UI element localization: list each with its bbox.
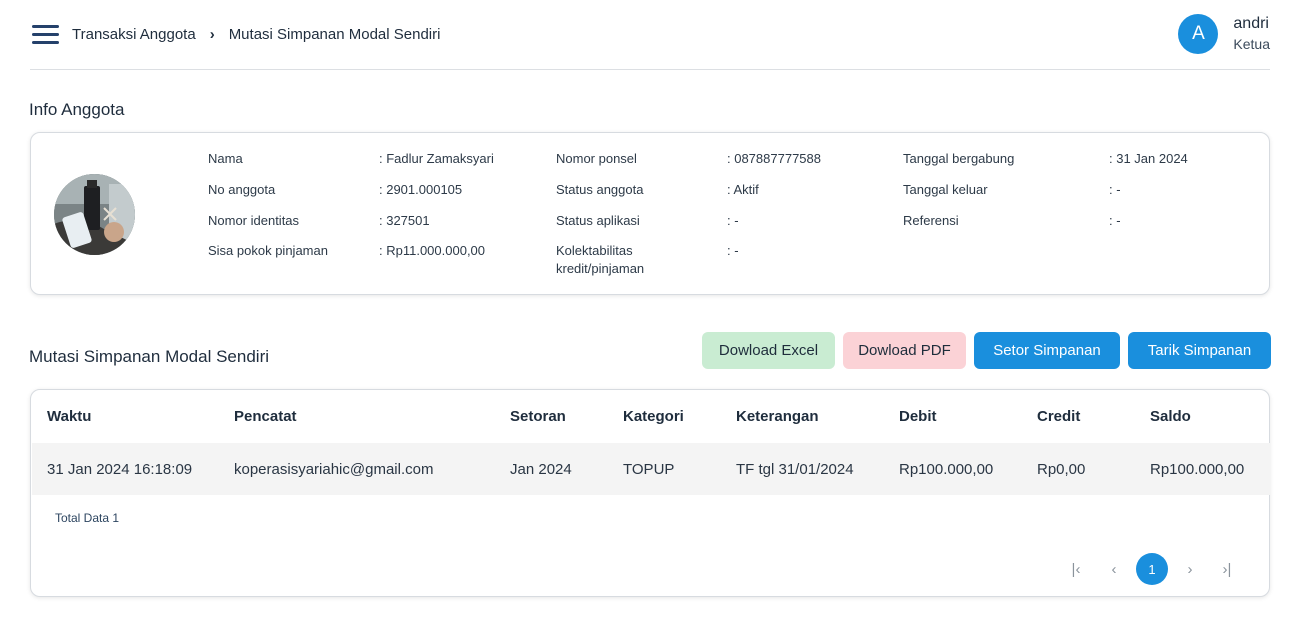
total-data-label: Total Data 1: [55, 511, 120, 525]
info-section-title: Info Anggota: [29, 100, 125, 119]
info-value-sisa-pokok: : Rp11.000.000,00: [379, 243, 486, 258]
prev-page-icon[interactable]: ‹: [1099, 553, 1129, 585]
column-header-debit[interactable]: Debit: [899, 408, 937, 425]
column-header-waktu[interactable]: Waktu: [47, 408, 91, 425]
menu-icon-line: [32, 41, 59, 44]
member-photo-image: [54, 174, 135, 255]
menu-icon-line: [32, 33, 59, 36]
tarik-simpanan-button[interactable]: Tarik Simpanan: [1128, 332, 1271, 369]
info-value-referensi: : -: [1109, 213, 1121, 228]
cell-kategori: TOPUP: [623, 461, 675, 478]
first-page-icon[interactable]: |‹: [1061, 553, 1091, 585]
info-label-tanggal-bergabung: Tanggal bergabung: [903, 151, 1015, 166]
cell-saldo: Rp100.000,00: [1150, 461, 1245, 478]
download-excel-button[interactable]: Dowload Excel: [702, 332, 835, 369]
menu-icon[interactable]: [32, 25, 59, 45]
cell-waktu: 31 Jan 2024 16:18:09: [47, 461, 193, 478]
member-photo: [54, 174, 135, 255]
column-header-saldo[interactable]: Saldo: [1150, 408, 1191, 425]
info-label-tanggal-keluar: Tanggal keluar: [903, 182, 988, 197]
cell-credit: Rp0,00: [1037, 461, 1086, 478]
cell-keterangan: TF tgl 31/01/2024: [736, 461, 854, 478]
info-label-status-anggota: Status anggota: [556, 182, 644, 197]
chevron-right-icon: ›: [209, 26, 215, 43]
column-header-keterangan[interactable]: Keterangan: [736, 408, 819, 425]
cell-debit: Rp100.000,00: [899, 461, 994, 478]
info-label-no-anggota: No anggota: [208, 182, 276, 197]
setor-simpanan-button[interactable]: Setor Simpanan: [974, 332, 1120, 369]
breadcrumb-current: Mutasi Simpanan Modal Sendiri: [228, 26, 441, 43]
mutasi-section-title: Mutasi Simpanan Modal Sendiri: [29, 347, 270, 366]
user-role: Ketua: [1233, 36, 1270, 52]
member-info-card: Nama : Fadlur Zamaksyari No anggota : 29…: [30, 132, 1270, 295]
info-label-status-aplikasi: Status aplikasi: [556, 213, 640, 228]
column-header-credit[interactable]: Credit: [1037, 408, 1080, 425]
user-text: andri Ketua: [1233, 14, 1270, 54]
info-value-status-aplikasi: : -: [727, 213, 739, 228]
column-header-pencatat[interactable]: Pencatat: [234, 408, 297, 425]
cell-pencatat: koperasisyariahic@gmail.com: [234, 461, 434, 478]
avatar: A: [1178, 14, 1219, 54]
column-header-setoran[interactable]: Setoran: [510, 408, 566, 425]
breadcrumb: Transaksi Anggota › Mutasi Simpanan Moda…: [72, 26, 440, 43]
info-value-no-anggota: : 2901.000105: [379, 182, 463, 197]
info-label-sisa-pokok: Sisa pokok pinjaman: [208, 243, 328, 258]
page-1-button[interactable]: 1: [1136, 553, 1168, 585]
user-name: andri: [1233, 15, 1269, 32]
info-value-nama: : Fadlur Zamaksyari: [379, 151, 494, 166]
last-page-icon[interactable]: ›|: [1212, 553, 1242, 585]
menu-icon-line: [32, 25, 59, 28]
next-page-icon[interactable]: ›: [1175, 553, 1205, 585]
info-value-nomor-ponsel: : 087887777588: [727, 151, 821, 166]
info-label-nomor-identitas: Nomor identitas: [208, 213, 300, 228]
column-header-kategori[interactable]: Kategori: [623, 408, 684, 425]
info-label-kolektabilitas: Kolektabilitas kredit/pinjaman: [556, 243, 645, 276]
info-value-status-anggota: : Aktif: [727, 182, 759, 197]
info-value-tanggal-bergabung: : 31 Jan 2024: [1109, 151, 1188, 166]
cell-setoran: Jan 2024: [510, 461, 572, 478]
info-label-nama: Nama: [208, 151, 243, 166]
breadcrumb-parent[interactable]: Transaksi Anggota: [72, 26, 196, 43]
mutasi-table-card: Waktu Pencatat Setoran Kategori Keterang…: [30, 389, 1270, 597]
top-bar: Transaksi Anggota › Mutasi Simpanan Moda…: [30, 0, 1270, 70]
info-value-kolektabilitas: : -: [727, 243, 739, 258]
info-label-nomor-ponsel: Nomor ponsel: [556, 151, 637, 166]
info-label-referensi: Referensi: [903, 213, 959, 228]
download-pdf-button[interactable]: Dowload PDF: [843, 332, 966, 369]
info-value-nomor-identitas: : 327501: [379, 213, 430, 228]
info-value-tanggal-keluar: : -: [1109, 182, 1121, 197]
user-profile[interactable]: A andri Ketua: [1178, 14, 1270, 54]
